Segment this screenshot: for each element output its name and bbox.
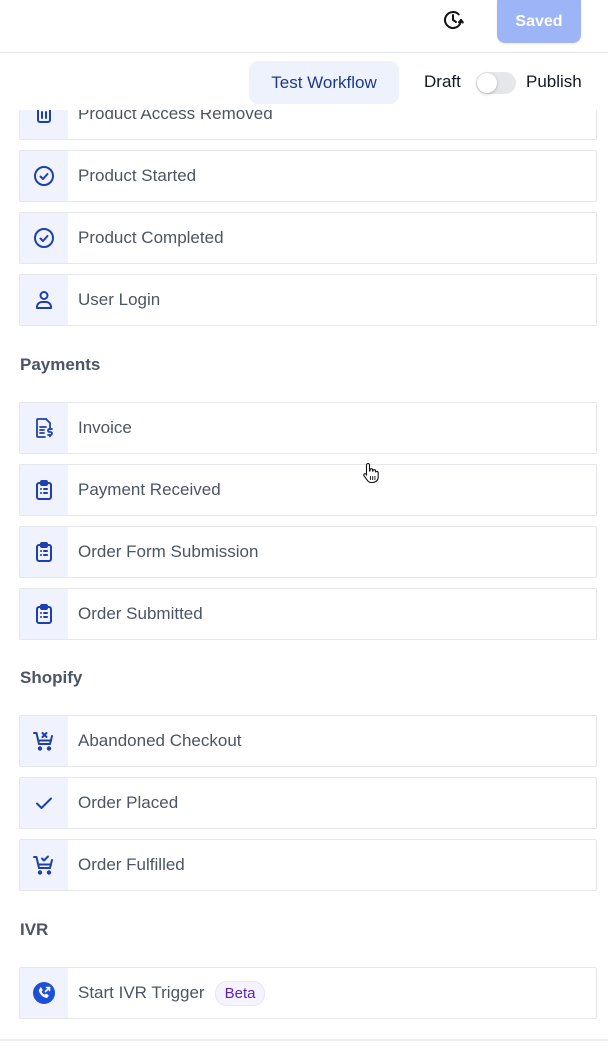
bottom-divider <box>0 1039 608 1041</box>
draft-label: Draft <box>424 72 461 91</box>
cart-x-icon <box>20 716 68 766</box>
trigger-label: Order Fulfilled <box>78 855 185 874</box>
cart-check-icon <box>20 840 68 890</box>
clipboard-list-icon <box>20 465 68 515</box>
publish-toggle[interactable] <box>476 72 516 94</box>
history-button[interactable] <box>441 8 465 32</box>
trigger-label: Product Started <box>78 166 197 185</box>
section-heading-shopify: Shopify <box>20 668 83 687</box>
trigger-start-ivr[interactable]: Start IVR Trigger Beta <box>19 967 597 1019</box>
beta-badge: Beta <box>214 980 266 1006</box>
trigger-label: Order Form Submission <box>78 542 259 561</box>
top-bar: Saved <box>0 0 608 53</box>
trigger-list: Product Access Removed Product Started P… <box>0 0 608 1053</box>
trigger-order-submitted[interactable]: Order Submitted <box>19 588 597 640</box>
trigger-order-placed[interactable]: Order Placed <box>19 777 597 829</box>
section-heading-ivr: IVR <box>20 920 49 939</box>
trigger-label: User Login <box>78 290 161 309</box>
trigger-user-login[interactable]: User Login <box>19 274 597 326</box>
trigger-label: Order Submitted <box>78 604 203 623</box>
user-icon <box>20 275 68 325</box>
trigger-product-completed[interactable]: Product Completed <box>19 212 597 264</box>
trigger-invoice[interactable]: Invoice <box>19 402 597 454</box>
trigger-label: Order Placed <box>78 793 179 812</box>
trigger-label: Payment Received <box>78 480 221 499</box>
phone-circle-icon <box>20 968 68 1018</box>
trigger-label: Invoice <box>78 418 132 437</box>
clipboard-list-icon <box>20 527 68 577</box>
checkmark-icon <box>20 778 68 828</box>
trigger-label: Product Completed <box>78 228 224 247</box>
trigger-payment-received[interactable]: Payment Received <box>19 464 597 516</box>
trigger-product-started[interactable]: Product Started <box>19 150 597 202</box>
trigger-order-fulfilled[interactable]: Order Fulfilled <box>19 839 597 891</box>
trigger-label: Abandoned Checkout <box>78 731 242 750</box>
workflow-toolbar: Test Workflow Draft Publish <box>0 54 608 110</box>
section-heading-payments: Payments <box>20 355 101 374</box>
check-circle-icon <box>20 213 68 263</box>
invoice-dollar-icon <box>20 403 68 453</box>
test-workflow-button[interactable]: Test Workflow <box>249 61 399 104</box>
saved-button[interactable]: Saved <box>497 0 581 43</box>
trigger-label: Start IVR Trigger <box>78 983 205 1002</box>
history-clock-icon <box>444 11 464 29</box>
trigger-abandoned-checkout[interactable]: Abandoned Checkout <box>19 715 597 767</box>
publish-label: Publish <box>526 72 582 91</box>
check-circle-icon <box>20 151 68 201</box>
trigger-order-form-submission[interactable]: Order Form Submission <box>19 526 597 578</box>
toggle-knob <box>477 73 497 93</box>
clipboard-list-icon <box>20 589 68 639</box>
